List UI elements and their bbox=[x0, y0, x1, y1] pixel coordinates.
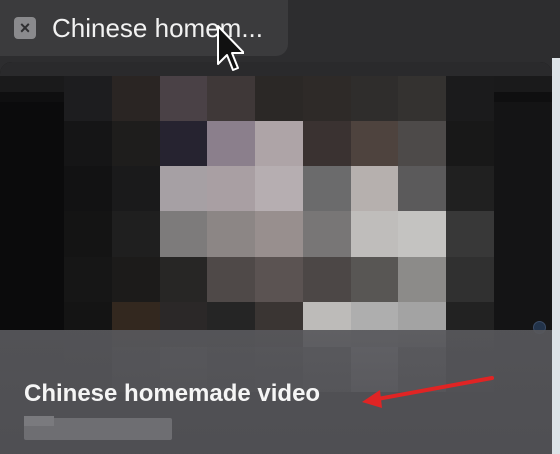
mosaic-tile bbox=[111, 121, 160, 167]
mosaic-tile bbox=[350, 121, 399, 167]
mosaic-tile bbox=[398, 256, 447, 302]
mosaic-tile bbox=[302, 211, 351, 257]
mosaic-tile bbox=[207, 76, 256, 122]
window-tab[interactable]: × Chinese homem... bbox=[0, 0, 288, 56]
mosaic-tile bbox=[446, 256, 494, 302]
background-window-edge bbox=[552, 58, 560, 454]
mosaic-tile bbox=[255, 211, 303, 257]
mosaic-tile bbox=[255, 76, 303, 122]
close-icon[interactable]: × bbox=[14, 17, 36, 39]
mosaic-tile bbox=[398, 166, 447, 212]
mosaic-tile bbox=[111, 166, 160, 212]
video-caption: Chinese homemade video bbox=[24, 380, 321, 407]
mouse-pointer-icon bbox=[217, 25, 244, 71]
mosaic-tile bbox=[159, 166, 208, 212]
mosaic-tile bbox=[398, 76, 447, 122]
mosaic-tile bbox=[255, 121, 303, 167]
mosaic-tile bbox=[64, 211, 112, 257]
mosaic-tile bbox=[159, 256, 208, 302]
mosaic-tile bbox=[302, 121, 351, 167]
mosaic-tile bbox=[446, 121, 494, 167]
mosaic-tile bbox=[350, 256, 399, 302]
mosaic-tile bbox=[207, 256, 256, 302]
mosaic-tile bbox=[159, 76, 208, 122]
mosaic-tile bbox=[302, 76, 351, 122]
mosaic-tile bbox=[398, 211, 447, 257]
mosaic-tile bbox=[302, 256, 351, 302]
mosaic-tile bbox=[350, 76, 399, 122]
mosaic-tile bbox=[64, 76, 112, 122]
mosaic-tile bbox=[64, 121, 112, 167]
mosaic-tile bbox=[111, 211, 160, 257]
mosaic-tile bbox=[446, 211, 494, 257]
mosaic-tile bbox=[255, 166, 303, 212]
mosaic-tile bbox=[64, 166, 112, 212]
mosaic-tile bbox=[350, 211, 399, 257]
mosaic-tile bbox=[398, 121, 447, 167]
mosaic-tile bbox=[159, 211, 208, 257]
mosaic-tile bbox=[446, 166, 494, 212]
mosaic-tile bbox=[64, 256, 112, 302]
mosaic-tile bbox=[302, 166, 351, 212]
mosaic-tile bbox=[111, 256, 160, 302]
mosaic-tile bbox=[207, 211, 256, 257]
mosaic-tile bbox=[207, 166, 256, 212]
mosaic-tile bbox=[446, 76, 494, 122]
preview-top-bar bbox=[0, 62, 552, 76]
mosaic-tile bbox=[207, 121, 256, 167]
mosaic-tile bbox=[159, 121, 208, 167]
mosaic-tile bbox=[111, 76, 160, 122]
mosaic-tile bbox=[255, 256, 303, 302]
annotation-arrow-icon bbox=[362, 376, 494, 408]
blurred-subtitle-fragment bbox=[24, 416, 54, 426]
mosaic-tile bbox=[350, 166, 399, 212]
